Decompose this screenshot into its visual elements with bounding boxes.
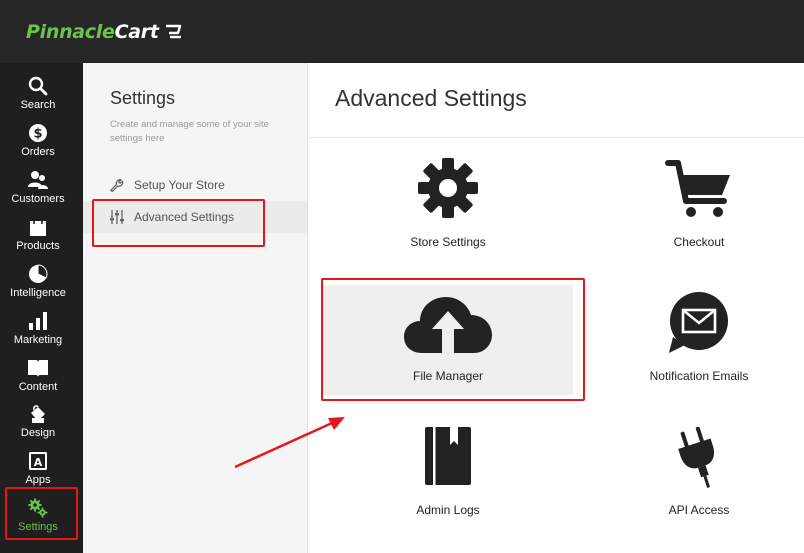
tile-label: Admin Logs [416,503,480,517]
search-icon [27,75,49,97]
annotation-box-settings-nav [5,487,78,540]
tile-label: API Access [668,503,730,517]
gear-icon [323,157,573,219]
dollar-icon: $ [27,122,49,144]
tile-admin-logs[interactable]: Admin Logs [323,419,573,529]
nav-item-search[interactable]: Search [0,73,76,120]
bar-chart-icon [27,310,49,332]
nav-item-products[interactable]: Products [0,214,76,261]
settings-item-label: Setup Your Store [134,178,225,192]
users-icon [27,169,49,191]
app-root: PinnacleCart Search $ Orders Customers P… [0,0,804,553]
tile-checkout[interactable]: Checkout [574,151,804,261]
main-sidebar: Search $ Orders Customers Products Intel… [0,63,83,553]
logo[interactable]: PinnacleCart [26,18,184,46]
tile-label: Store Settings [410,235,486,249]
nav-label: Customers [11,193,65,205]
plug-icon [574,427,804,489]
nav-label: Orders [21,146,55,158]
pie-chart-icon [27,263,49,285]
tile-api-access[interactable]: API Access [574,419,804,529]
settings-item-setup-store[interactable]: Setup Your Store [83,169,307,201]
logo-text: PinnacleCart [26,21,159,43]
annotation-box-advanced-settings [92,199,265,247]
bag-icon [27,216,49,238]
nav-label: Apps [25,474,51,486]
nav-item-content[interactable]: Content [0,355,76,402]
main-header: Advanced Settings [308,63,804,138]
nav-label: Content [18,381,58,393]
top-bar: PinnacleCart [0,0,804,63]
tile-notification-emails[interactable]: Notification Emails [574,285,804,395]
annotation-box-file-manager [321,278,585,401]
svg-text:$: $ [33,127,42,142]
nav-item-customers[interactable]: Customers [0,167,76,214]
tile-store-settings[interactable]: Store Settings [323,151,573,261]
page-title: Advanced Settings [335,85,527,111]
mail-bubble-icon [574,291,804,355]
apps-icon: A [27,450,49,472]
logo-cart-icon [165,24,181,39]
wrench-icon [108,177,125,194]
cart-icon [574,157,804,221]
svg-text:A: A [34,456,43,469]
settings-panel-description: Create and manage some of your site sett… [110,119,269,144]
nav-label: Search [20,99,56,111]
tile-label: Checkout [673,235,725,249]
tile-label: Notification Emails [649,369,749,383]
nav-label: Design [20,427,56,439]
nav-item-intelligence[interactable]: Intelligence [0,261,76,308]
settings-panel-title: Settings [110,88,176,108]
nav-label: Intelligence [10,287,66,299]
nav-item-design[interactable]: Design [0,401,76,448]
nav-label: Products [16,240,60,252]
nav-label: Marketing [13,334,63,346]
nav-item-orders[interactable]: $ Orders [0,120,76,167]
nav-item-marketing[interactable]: Marketing [0,308,76,355]
notebook-icon [323,425,573,487]
paint-bucket-icon [27,403,49,425]
settings-panel: Settings Create and manage some of your … [83,63,308,553]
book-icon [27,357,49,379]
